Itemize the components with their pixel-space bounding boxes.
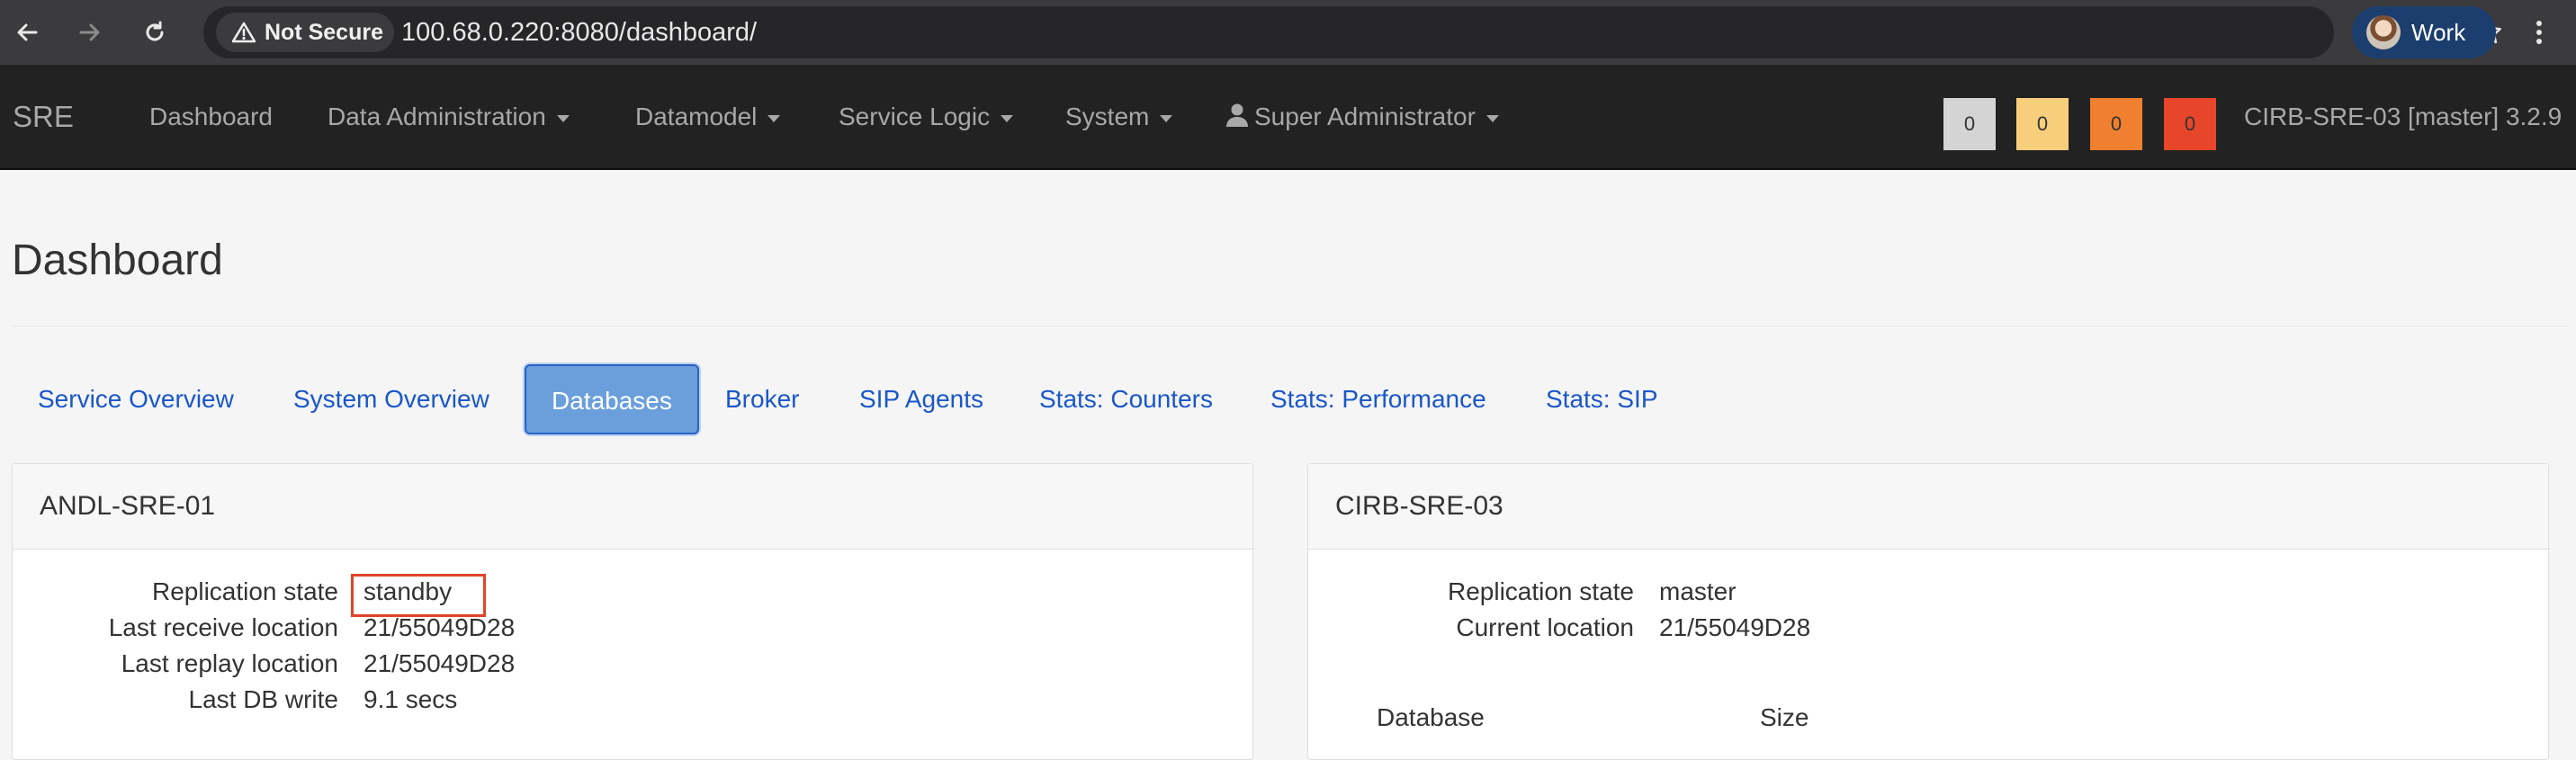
table-header-database: Database xyxy=(1377,703,1485,731)
nav-dashboard[interactable]: Dashboard xyxy=(149,65,273,168)
nav-service-logic-label: Service Logic xyxy=(839,103,991,130)
security-indicator[interactable]: Not Secure xyxy=(216,13,394,52)
reload-button[interactable] xyxy=(135,13,175,52)
nav-dashboard-label: Dashboard xyxy=(149,103,273,130)
reload-icon xyxy=(146,21,164,41)
kv-label: Replication state xyxy=(1447,577,1634,605)
highlight-outline xyxy=(351,574,486,617)
database-panel-cirb-sre-03: CIRB-SRE-03 Replication state master Cur… xyxy=(1307,463,2549,760)
brand-link[interactable]: SRE xyxy=(13,65,74,168)
arrow-right-icon xyxy=(79,23,100,41)
kv-row: Replication state standby xyxy=(13,577,1254,613)
nav-data-administration[interactable]: Data Administration xyxy=(328,65,570,168)
page-title: Dashboard xyxy=(12,237,223,284)
nav-system[interactable]: System xyxy=(1065,65,1173,168)
kv-row: Replication state master xyxy=(1308,577,2550,613)
nav-service-logic[interactable]: Service Logic xyxy=(839,65,1014,168)
kv-label: Replication state xyxy=(151,577,338,605)
instance-label: CIRB-SRE-03 [master] 3.2.9 xyxy=(2244,103,2563,130)
kv-label: Last replay location xyxy=(121,649,338,677)
kv-value: master xyxy=(1659,577,1737,605)
tab-stats-sip[interactable]: Stats: SIP xyxy=(1521,364,1683,434)
user-icon xyxy=(1226,103,1248,127)
alert-badge-minor[interactable]: 0 xyxy=(2090,98,2142,150)
kv-value: 21/55049D28 xyxy=(364,649,516,677)
kv-value: 21/55049D28 xyxy=(364,613,516,641)
alert-badge-info[interactable]: 0 xyxy=(1943,98,1996,150)
caret-down-icon xyxy=(1485,114,1499,122)
tab-databases[interactable]: Databases xyxy=(525,364,699,434)
nav-user-label: Super Administrator xyxy=(1254,103,1476,130)
profile-button[interactable]: Work xyxy=(2352,6,2496,58)
kv-label: Last receive location xyxy=(108,613,338,641)
tab-stats-counters[interactable]: Stats: Counters xyxy=(1014,364,1238,434)
more-vertical-icon xyxy=(2536,21,2542,44)
tab-service-overview[interactable]: Service Overview xyxy=(13,364,259,434)
nav-data-administration-label: Data Administration xyxy=(328,103,546,130)
forward-button[interactable] xyxy=(70,13,110,52)
browser-menu-button[interactable] xyxy=(2519,13,2559,52)
kv-row: Last DB write 9.1 secs xyxy=(13,685,1254,721)
panel-title: CIRB-SRE-03 xyxy=(1308,464,2548,550)
kv-row: Current location 21/55049D28 xyxy=(1308,613,2550,649)
kv-row: Last replay location 21/55049D28 xyxy=(13,649,1254,685)
caret-down-icon xyxy=(1160,114,1173,122)
avatar xyxy=(2366,15,2401,49)
warning-icon xyxy=(232,22,256,43)
kv-label: Last DB write xyxy=(188,685,339,713)
database-panel-andl-sre-01: ANDL-SRE-01 Replication state standby La… xyxy=(12,463,1253,760)
panel-title: ANDL-SRE-01 xyxy=(13,464,1252,550)
tab-sip-agents[interactable]: SIP Agents xyxy=(834,364,1009,434)
kv-value: 9.1 secs xyxy=(364,685,458,713)
table-header-size: Size xyxy=(1760,703,1809,731)
caret-down-icon xyxy=(1001,114,1014,122)
security-label: Not Secure xyxy=(265,19,383,45)
url-text[interactable]: 100.68.0.220:8080/dashboard/ xyxy=(401,6,757,58)
nav-datamodel-label: Datamodel xyxy=(635,103,758,130)
nav-system-label: System xyxy=(1065,103,1150,130)
nav-user-menu[interactable]: Super Administrator xyxy=(1225,65,1499,168)
tab-broker[interactable]: Broker xyxy=(700,364,824,434)
app-navbar: SRE Dashboard Data Administration Datamo… xyxy=(0,65,2576,170)
back-button[interactable] xyxy=(7,13,47,52)
caret-down-icon xyxy=(767,114,781,122)
caret-down-icon xyxy=(556,114,570,122)
address-bar[interactable]: Not Secure 100.68.0.220:8080/dashboard/ xyxy=(203,6,2501,58)
browser-toolbar: Not Secure 100.68.0.220:8080/dashboard/ … xyxy=(0,0,2576,65)
nav-datamodel[interactable]: Datamodel xyxy=(635,65,781,168)
alert-badge-warning[interactable]: 0 xyxy=(2016,98,2069,150)
alert-badge-critical[interactable]: 0 xyxy=(2164,98,2216,150)
profile-label: Work xyxy=(2411,18,2466,46)
kv-value: 21/55049D28 xyxy=(1659,613,1811,641)
kv-row: Last receive location 21/55049D28 xyxy=(13,613,1254,649)
tab-stats-performance[interactable]: Stats: Performance xyxy=(1245,364,1512,434)
arrow-left-icon xyxy=(17,23,38,41)
kv-label: Current location xyxy=(1456,613,1634,641)
tab-system-overview[interactable]: System Overview xyxy=(268,364,515,434)
